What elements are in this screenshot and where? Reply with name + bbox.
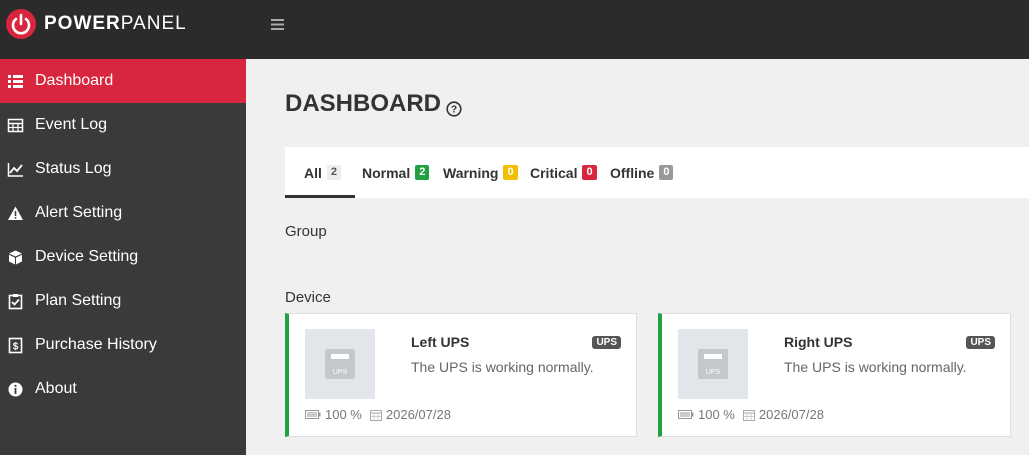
sidebar-item-label: Device Setting: [35, 248, 139, 265]
warning-icon: [7, 205, 24, 222]
ups-thumbnail-icon: UPS: [678, 329, 748, 399]
help-icon[interactable]: ?: [446, 96, 462, 117]
tab-normal[interactable]: Normal 2: [362, 147, 430, 198]
sidebar-item-label: Plan Setting: [35, 292, 122, 309]
sidebar: Dashboard Event Log Status Log Alert Set…: [0, 59, 246, 455]
tab-label: Offline: [610, 164, 655, 181]
group-section-label: Group: [285, 223, 327, 240]
tab-label: Warning: [443, 164, 499, 181]
tab-count-badge: 0: [582, 165, 597, 180]
tab-critical[interactable]: Critical 0: [530, 147, 597, 198]
battery-icon: [305, 410, 321, 419]
tab-count-badge: 0: [503, 165, 518, 180]
main-content: DASHBOARD ? All 2 Normal 2 Warning 0 Cri…: [246, 59, 1029, 455]
device-type-badge: UPS: [592, 336, 621, 349]
device-footer: 100 % 2026/07/28: [678, 407, 824, 422]
dollar-document-icon: $: [7, 337, 24, 354]
sidebar-item-about[interactable]: About: [0, 367, 246, 411]
device-status-text: The UPS is working normally.: [411, 359, 594, 375]
svg-text:$: $: [13, 341, 19, 352]
line-chart-icon: [7, 161, 24, 178]
sidebar-item-event-log[interactable]: Event Log: [0, 103, 246, 147]
device-status-text: The UPS is working normally.: [784, 359, 967, 375]
status-filter-tabs: All 2 Normal 2 Warning 0 Critical 0 Offl…: [285, 147, 1029, 198]
sidebar-item-alert-setting[interactable]: Alert Setting: [0, 191, 246, 235]
tab-label: Normal: [362, 164, 411, 181]
clipboard-check-icon: [7, 293, 24, 310]
sidebar-item-label: Dashboard: [35, 72, 114, 89]
battery-icon: [678, 410, 694, 419]
device-card[interactable]: UPS Left UPS The UPS is working normally…: [285, 313, 637, 437]
sidebar-item-status-log[interactable]: Status Log: [0, 147, 246, 191]
battery-level: 100 %: [698, 407, 735, 422]
device-section-label: Device: [285, 289, 331, 306]
table-icon: [7, 117, 24, 134]
calendar-icon: [369, 409, 382, 421]
tab-label: All: [304, 164, 322, 181]
tab-count-badge: 2: [415, 165, 430, 180]
device-date: 2026/07/28: [758, 407, 824, 422]
sidebar-item-label: Event Log: [35, 116, 108, 133]
sidebar-item-label: Purchase History: [35, 336, 157, 353]
device-date: 2026/07/28: [385, 407, 451, 422]
sidebar-item-plan-setting[interactable]: Plan Setting: [0, 279, 246, 323]
tab-all[interactable]: All 2: [285, 147, 355, 198]
brand-logo[interactable]: POWERPANEL: [6, 8, 187, 40]
brand-name: POWERPANEL: [44, 13, 187, 34]
device-type-badge: UPS: [966, 336, 995, 349]
svg-text:?: ?: [451, 105, 457, 116]
tab-warning[interactable]: Warning 0: [443, 147, 518, 198]
device-name: Left UPS: [411, 334, 470, 350]
tab-count-badge: 0: [659, 165, 674, 180]
sidebar-item-label: About: [35, 380, 77, 397]
cube-icon: [7, 249, 24, 266]
sidebar-item-purchase-history[interactable]: $ Purchase History: [0, 323, 246, 367]
power-logo-icon: [6, 9, 36, 39]
device-name: Right UPS: [784, 334, 853, 350]
device-footer: 100 % 2026/07/28: [305, 407, 451, 422]
info-icon: [7, 381, 24, 398]
tab-offline[interactable]: Offline 0: [610, 147, 674, 198]
battery-level: 100 %: [325, 407, 362, 422]
ups-thumbnail-icon: UPS: [305, 329, 375, 399]
tab-label: Critical: [530, 164, 578, 181]
calendar-icon: [742, 409, 755, 421]
sidebar-item-label: Alert Setting: [35, 204, 123, 221]
thumb-label: UPS: [333, 369, 348, 376]
top-bar: POWERPANEL: [0, 0, 1029, 59]
page-title-text: DASHBOARD: [285, 90, 441, 117]
sidebar-item-dashboard[interactable]: Dashboard: [0, 59, 246, 103]
sidebar-item-label: Status Log: [35, 160, 112, 177]
tab-count-badge: 2: [326, 165, 342, 180]
page-title: DASHBOARD ?: [285, 90, 462, 118]
list-icon: [7, 73, 24, 90]
device-card[interactable]: UPS Right UPS The UPS is working normall…: [658, 313, 1011, 437]
sidebar-item-device-setting[interactable]: Device Setting: [0, 235, 246, 279]
thumb-label: UPS: [706, 369, 721, 376]
menu-toggle-icon[interactable]: [270, 17, 285, 32]
